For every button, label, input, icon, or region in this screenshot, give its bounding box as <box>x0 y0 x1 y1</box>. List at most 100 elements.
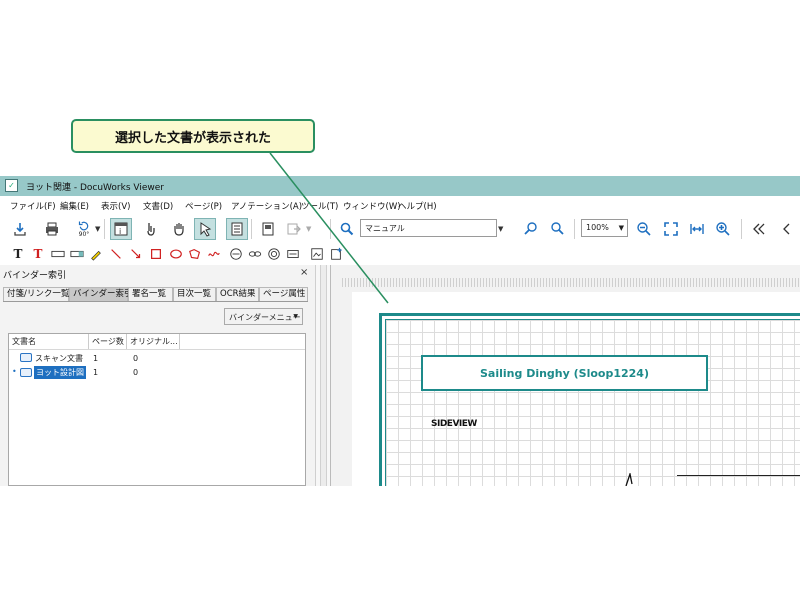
freehand-icon[interactable] <box>206 246 222 262</box>
line-icon[interactable] <box>108 246 124 262</box>
list-item-original: 0 <box>133 368 139 377</box>
column-header-original[interactable]: オリジナル... <box>127 334 180 349</box>
callout-balloon: 選択した文書が表示された <box>71 119 315 153</box>
menu-tools[interactable]: ツール(T) <box>301 200 338 212</box>
first-page-icon[interactable] <box>748 218 770 240</box>
tab-underline <box>3 301 308 302</box>
menu-page[interactable]: ページ(P) <box>185 200 222 212</box>
tab-toc-list[interactable]: 目次一覧 <box>173 287 216 302</box>
panel-title: バインダー索引 <box>3 271 67 281</box>
rotate-label: 90° <box>78 231 90 238</box>
drawing-title: Sailing Dinghy (Sloop1224) <box>480 366 649 380</box>
list-item-original: 0 <box>133 354 139 363</box>
polygon-icon[interactable] <box>187 246 203 262</box>
fit-width-icon[interactable] <box>686 218 708 240</box>
tab-annotation-list[interactable]: 付箋/リンク一覧 <box>3 287 69 302</box>
callout-text: 選択した文書が表示された <box>114 130 271 146</box>
menu-document[interactable]: 文書(D) <box>143 200 173 212</box>
zoom-dropdown-icon: ▼ <box>618 224 624 232</box>
menu-view[interactable]: 表示(V) <box>101 200 130 212</box>
rotate-icon[interactable]: 90° <box>73 218 95 240</box>
tag-icon[interactable] <box>69 246 85 262</box>
menu-help[interactable]: ヘルプ(H) <box>398 200 437 212</box>
menu-bar: ファイル(F) 編集(E) 表示(V) 文書(D) ページ(P) アノテーション… <box>0 196 800 215</box>
menu-file[interactable]: ファイル(F) <box>10 200 56 212</box>
tab-ocr-result[interactable]: OCR結果 <box>216 287 259 302</box>
menu-window[interactable]: ウィンドウ(W) <box>343 200 401 212</box>
list-header-divider <box>9 349 305 350</box>
select-arrow-icon[interactable] <box>194 218 216 240</box>
zoom-value: 100% <box>586 223 609 232</box>
red-text-annotation-icon[interactable]: T <box>30 246 46 262</box>
search-next-icon[interactable] <box>546 218 568 240</box>
export-icon[interactable] <box>283 218 305 240</box>
sticky-note-icon[interactable] <box>50 246 66 262</box>
list-item-pages: 1 <box>93 368 99 377</box>
info-panel-icon[interactable]: i <box>110 218 132 240</box>
search-input[interactable]: マニュアル <box>360 219 497 237</box>
image-annotation-icon[interactable] <box>309 246 325 262</box>
fit-page-icon[interactable] <box>660 218 682 240</box>
rectangle-icon[interactable] <box>148 246 164 262</box>
app-icon: ✓ <box>5 179 18 192</box>
export-dropdown-icon[interactable]: ▼ <box>306 225 311 233</box>
toolbar-separator <box>330 219 331 239</box>
window-title: ヨット関連 - DocuWorks Viewer <box>26 183 164 193</box>
save-to-binder-icon[interactable] <box>257 218 279 240</box>
zoom-out-icon[interactable] <box>633 218 655 240</box>
zoom-in-icon[interactable] <box>712 218 734 240</box>
stamp-icon[interactable] <box>266 246 282 262</box>
zoom-select[interactable]: 100% ▼ <box>581 219 628 237</box>
ruler <box>342 278 800 287</box>
binder-menu-dropdown-icon: ▼ <box>293 313 298 320</box>
column-header-name[interactable]: 文書名 <box>9 334 89 349</box>
panel-close-icon[interactable]: × <box>300 267 308 278</box>
drawing-title-box: Sailing Dinghy (Sloop1224) <box>421 355 708 391</box>
search-icon[interactable] <box>336 218 358 240</box>
list-item-name[interactable]: スキャン文書 <box>35 353 83 364</box>
ellipse-icon[interactable] <box>168 246 184 262</box>
binder-menu-label: バインダーメニュー <box>229 313 301 322</box>
tab-binder-index[interactable]: バインダー索引 <box>69 287 133 302</box>
prev-page-icon[interactable] <box>776 218 798 240</box>
link-icon[interactable] <box>247 246 263 262</box>
menu-edit[interactable]: 編集(E) <box>60 200 89 212</box>
add-attachment-icon[interactable] <box>328 246 344 262</box>
print-icon[interactable] <box>41 218 63 240</box>
drawing-grid <box>385 319 800 486</box>
highlighter-icon[interactable] <box>88 246 104 262</box>
panel-splitter[interactable] <box>316 265 330 486</box>
date-icon[interactable] <box>285 246 301 262</box>
binder-document-icon <box>20 368 32 377</box>
finger-icon[interactable] <box>139 218 161 240</box>
toolbar-separator <box>104 219 105 239</box>
search-dropdown-icon[interactable]: ▼ <box>498 225 503 233</box>
mast-sketch-icon <box>625 473 633 486</box>
toolbar-separator <box>741 219 742 239</box>
arrow-annotation-icon[interactable] <box>128 246 144 262</box>
annotation-toolbar: T T <box>0 243 800 265</box>
tab-signature-list[interactable]: 署名一覧 <box>128 287 173 302</box>
date-stamp-icon[interactable] <box>228 246 244 262</box>
current-item-marker-icon: • <box>12 367 17 376</box>
side-view-label: SIDEVIEW <box>431 419 477 429</box>
menu-annotation[interactable]: アノテーション(A) <box>231 200 302 212</box>
binder-menu-button[interactable]: バインダーメニュー ▼ <box>224 308 303 325</box>
page-view-icon[interactable] <box>226 218 248 240</box>
column-header-pages[interactable]: ページ数 <box>89 334 127 349</box>
toolbar-separator <box>251 219 252 239</box>
search-prev-icon[interactable] <box>520 218 542 240</box>
import-icon[interactable] <box>9 218 31 240</box>
binder-document-icon <box>20 353 32 362</box>
svg-text:i: i <box>119 227 121 236</box>
toolbar-separator <box>574 219 575 239</box>
rotate-dropdown-icon[interactable]: ▼ <box>95 225 100 233</box>
window-titlebar: ✓ ヨット関連 - DocuWorks Viewer <box>0 176 800 196</box>
list-item-pages: 1 <box>93 354 99 363</box>
list-item-name-selected[interactable]: ヨット設計図 <box>34 366 86 379</box>
hand-tool-icon[interactable] <box>168 218 190 240</box>
text-annotation-icon[interactable]: T <box>10 246 26 262</box>
search-input-text: マニュアル <box>365 224 405 233</box>
drawing-line <box>677 475 800 476</box>
tab-page-attributes[interactable]: ページ属性 <box>259 287 308 302</box>
